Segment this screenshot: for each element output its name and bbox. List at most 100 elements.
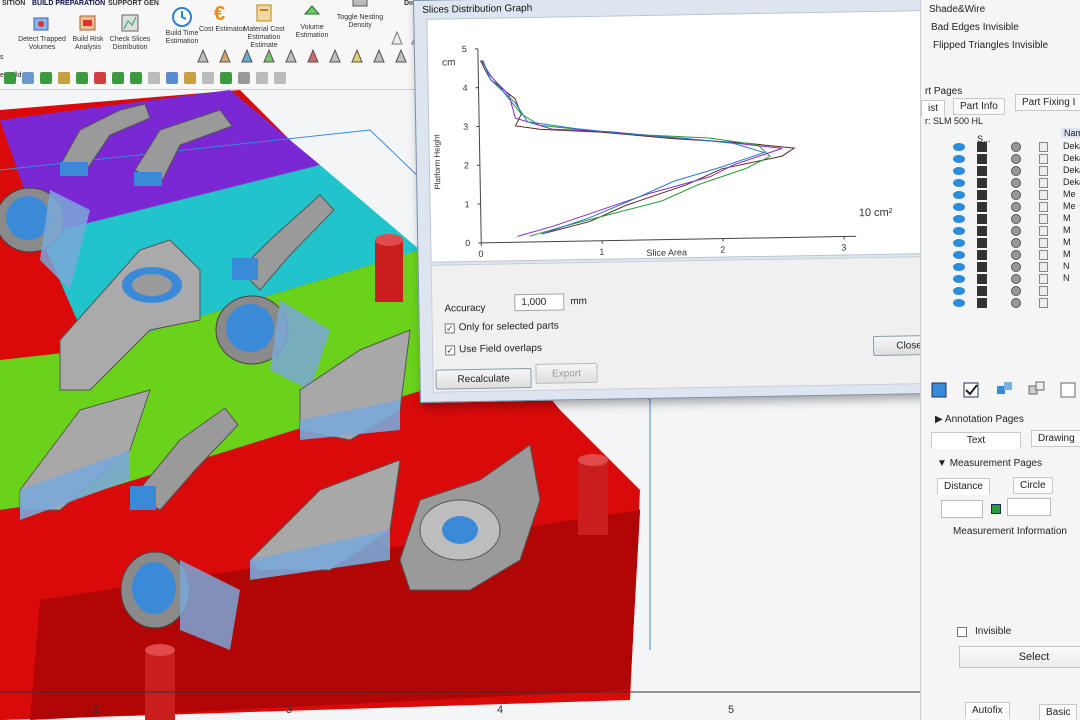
y-tick-label: 3	[463, 122, 468, 132]
triangle-tool-icon[interactable]	[240, 48, 254, 64]
table-row[interactable]	[931, 298, 1080, 309]
export-button[interactable]: Export	[535, 362, 598, 384]
table-row[interactable]: M	[931, 249, 1080, 261]
tool-icon[interactable]	[220, 72, 232, 84]
accuracy-input[interactable]: 1,000	[514, 293, 565, 312]
table-row[interactable]	[931, 286, 1080, 297]
tab-position[interactable]: SITION	[2, 0, 25, 7]
tool-icon[interactable]	[148, 72, 160, 84]
recalculate-button[interactable]: Recalculate	[435, 367, 532, 390]
y-axis-label: Platform Height	[432, 134, 442, 190]
tab-text[interactable]: Text	[931, 432, 1021, 449]
build-risk-analysis-icon	[79, 15, 96, 31]
table-row[interactable]: Me	[931, 201, 1080, 213]
table-row[interactable]: Deka	[931, 177, 1080, 189]
material-cost-estimation-button[interactable]: Material Cost Estimation Estimate	[238, 2, 290, 50]
tab-part-list[interactable]: ist	[921, 100, 945, 117]
cubes-blue-icon[interactable]	[993, 378, 1015, 400]
table-row[interactable]: Deka	[931, 165, 1080, 177]
series-line-3	[481, 60, 783, 237]
tool-icon[interactable]	[184, 72, 196, 84]
series-line-2	[481, 60, 771, 237]
calibration-pin-1[interactable]	[375, 234, 403, 302]
tab-build-preparation[interactable]: BUILD PREPARATION	[32, 0, 105, 7]
check-slices-distribution-label: Check Slices Distribution	[109, 36, 151, 51]
table-row[interactable]: N	[931, 273, 1080, 285]
triangle-tool-icon[interactable]	[350, 48, 364, 64]
tab-drawing[interactable]: Drawing	[1031, 430, 1080, 447]
triangle-tool-icon[interactable]	[218, 48, 232, 64]
y-tick-label: 4	[462, 83, 467, 93]
table-row[interactable]: M	[931, 213, 1080, 225]
triangle-tool-icon[interactable]	[306, 48, 320, 64]
detect-trapped-volumes-button[interactable]: Detect Trapped Volumes	[16, 12, 68, 52]
tab-support-generation[interactable]: SUPPORT GEN	[108, 0, 159, 7]
check-slices-distribution-button[interactable]: Check Slices Distribution	[104, 12, 156, 52]
table-row[interactable]: Me	[931, 189, 1080, 201]
cube-outline-icon[interactable]	[1057, 378, 1079, 400]
volume-estimation-button[interactable]: Volume Estimation	[286, 0, 338, 40]
calibration-pin-3[interactable]	[145, 644, 175, 720]
measurement-start-combo[interactable]	[941, 500, 983, 518]
toggle-nesting-density-button[interactable]: Toggle Nesting Density	[334, 0, 386, 30]
ribbon-fragment-1: s	[0, 54, 4, 61]
tool-icon[interactable]	[238, 72, 250, 84]
tab-part-info[interactable]: Part Info	[953, 98, 1005, 115]
triangle-tool-icon[interactable]	[196, 48, 210, 64]
tool-icon[interactable]	[4, 72, 16, 84]
triangle-tool-icon[interactable]	[284, 48, 298, 64]
cube-check-icon[interactable]	[961, 378, 983, 400]
table-row[interactable]: M	[931, 237, 1080, 249]
invisible-checkbox[interactable]	[957, 627, 967, 637]
tool-icon[interactable]	[94, 72, 106, 84]
tool-icon[interactable]	[256, 72, 268, 84]
measurement-color-swatch[interactable]	[991, 504, 1001, 514]
accuracy-unit: mm	[570, 296, 588, 308]
measurement-pages-title[interactable]: ▼ Measurement Pages	[937, 458, 1042, 469]
tool-icon[interactable]	[274, 72, 286, 84]
detect-trapped-volumes-label: Detect Trapped Volumes	[18, 36, 66, 51]
table-row[interactable]: Deka	[931, 153, 1080, 165]
annotation-pages-label: Annotation Pages	[944, 414, 1024, 425]
select-button[interactable]: Select	[959, 646, 1080, 668]
tool-icon[interactable]	[76, 72, 88, 84]
tool-icon[interactable]	[22, 72, 34, 84]
shade-wire-option[interactable]: Shade&Wire	[929, 4, 985, 15]
series-line-4	[482, 60, 766, 235]
quick-tools-row	[0, 72, 460, 88]
triangle-tool-icon[interactable]	[262, 48, 276, 64]
ruler-label-4: 4	[497, 704, 504, 716]
table-row[interactable]: Deka	[931, 141, 1080, 153]
table-row[interactable]: M	[931, 225, 1080, 237]
right-panel: Shade&Wire Bad Edges Invisible Flipped T…	[920, 0, 1080, 720]
triangle-tool-icon[interactable]	[394, 48, 408, 64]
triangle-tool-icon[interactable]	[390, 30, 404, 46]
measurement-end-combo[interactable]	[1007, 498, 1051, 516]
tool-icon[interactable]	[166, 72, 178, 84]
tool-icon[interactable]	[40, 72, 52, 84]
triangle-tool-icon[interactable]	[372, 48, 386, 64]
use-field-overlaps-checkbox[interactable]: ✓	[445, 345, 456, 356]
tool-icon[interactable]	[202, 72, 214, 84]
chart-series	[480, 60, 796, 237]
y-tick-label: 0	[465, 238, 470, 248]
tab-autofix[interactable]: Autofix	[965, 702, 1010, 719]
tool-icon[interactable]	[58, 72, 70, 84]
cube-select-icon[interactable]	[929, 378, 951, 400]
table-row[interactable]: N	[931, 261, 1080, 273]
triangle-tool-icon[interactable]	[328, 48, 342, 64]
tool-icon[interactable]	[130, 72, 142, 84]
cubes-grey-icon[interactable]	[1025, 378, 1047, 400]
tool-icon[interactable]	[112, 72, 124, 84]
annotation-pages-title[interactable]: ▶ Annotation Pages	[935, 414, 1024, 425]
calibration-pin-2[interactable]	[578, 454, 608, 535]
only-selected-checkbox[interactable]: ✓	[444, 323, 455, 334]
flipped-triangles-invisible-option[interactable]: Flipped Triangles Invisible	[933, 40, 1048, 51]
bad-edges-invisible-option[interactable]: Bad Edges Invisible	[931, 22, 1019, 33]
tab-circle[interactable]: Circle	[1013, 477, 1053, 494]
x-tick-label: 3	[841, 242, 846, 252]
tab-part-fixing[interactable]: Part Fixing I	[1015, 94, 1080, 111]
tab-distance[interactable]: Distance	[937, 478, 990, 495]
y-tick-label: 5	[462, 44, 467, 54]
tab-basic[interactable]: Basic	[1039, 704, 1078, 720]
